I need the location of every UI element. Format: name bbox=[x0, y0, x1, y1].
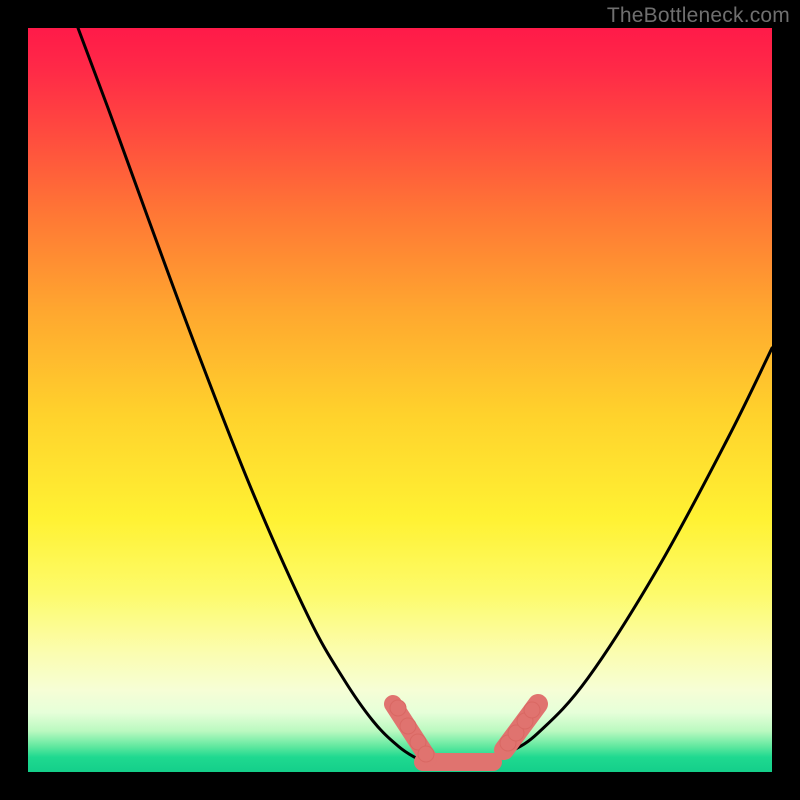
bottleneck-curve bbox=[78, 28, 772, 765]
right-dots-dot bbox=[524, 702, 540, 718]
chart-svg bbox=[28, 28, 772, 772]
left-dots-dot bbox=[400, 718, 416, 734]
chart-frame: TheBottleneck.com bbox=[0, 0, 800, 800]
marker-layer bbox=[390, 700, 540, 762]
left-dots-dot bbox=[418, 746, 434, 762]
left-dots-dot bbox=[390, 700, 406, 716]
watermark-text: TheBottleneck.com bbox=[607, 4, 790, 28]
plot-area bbox=[28, 28, 772, 772]
curve-layer bbox=[78, 28, 772, 765]
